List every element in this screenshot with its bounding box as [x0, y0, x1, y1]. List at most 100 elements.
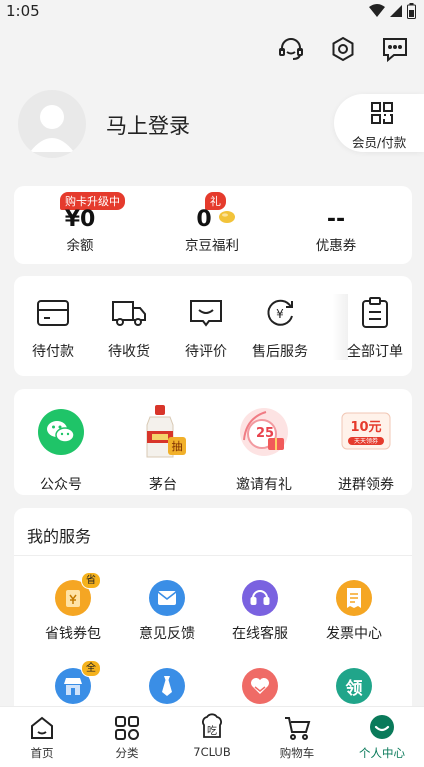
message-icon[interactable] — [380, 34, 410, 64]
service-feedback[interactable]: 意见反馈 — [122, 580, 212, 643]
tie-icon — [149, 668, 185, 704]
claim-icon: 领 — [336, 668, 372, 704]
service-invoice[interactable]: 发票中心 — [309, 580, 399, 643]
service-heart-hands[interactable] — [215, 668, 305, 704]
wechat-icon — [38, 409, 84, 455]
order-pending-payment[interactable]: 待付款 — [13, 296, 93, 361]
order-after-sales[interactable]: ¥ 售后服务 — [240, 296, 320, 361]
service-label: 在线客服 — [232, 626, 288, 642]
bottom-tab-bar: 首页 分类 吃 7CLUB 购物车 个人中心 — [0, 706, 424, 767]
seven-club-icon: 吃 — [202, 713, 222, 738]
battery-icon — [407, 3, 416, 19]
balance-item[interactable]: 购卡升级中 ¥0 余额 — [14, 186, 146, 264]
coupons-value: -- — [326, 207, 346, 232]
claim-glyph: 领 — [345, 678, 363, 699]
invoice-icon — [336, 580, 372, 616]
group-coupon-badge: 10元 — [350, 420, 381, 435]
svg-text:吃: 吃 — [207, 724, 217, 737]
order-all[interactable]: 全部订单 — [335, 296, 415, 361]
bean-icon — [219, 211, 235, 223]
promo-label: 茅台 — [149, 477, 177, 493]
service-claim[interactable]: 领 — [309, 668, 399, 704]
orders-card: 待付款 待收货 待评价 ¥ 售后服务 全部订单 — [14, 276, 412, 376]
order-label: 待付款 — [32, 344, 74, 360]
profile-section: 马上登录 会员/付款 — [18, 90, 424, 160]
group-coupon-sub: 天天领券 — [354, 437, 378, 445]
coupons-label: 优惠券 — [315, 238, 357, 254]
truck-icon — [112, 301, 146, 326]
promo-label: 邀请有礼 — [236, 477, 292, 493]
tab-label: 分类 — [115, 746, 139, 760]
wifi-icon — [369, 4, 385, 17]
service-label: 省钱券包 — [45, 626, 101, 642]
profile-icon — [370, 715, 394, 739]
balance-value: ¥0 — [64, 207, 96, 232]
store-tag: 全 — [81, 660, 101, 677]
settings-icon[interactable] — [328, 34, 358, 64]
service-label: 意见反馈 — [139, 626, 195, 642]
refund-icon: ¥ — [267, 299, 293, 326]
qr-code-icon — [371, 102, 393, 124]
tab-profile[interactable]: 个人中心 — [340, 707, 424, 767]
cart-icon — [285, 717, 311, 740]
service-label: 发票中心 — [326, 626, 382, 642]
promo-label: 进群领券 — [338, 477, 394, 493]
service-online-support[interactable]: 在线客服 — [215, 580, 305, 643]
tab-category[interactable]: 分类 — [85, 707, 169, 767]
jd-beans-item[interactable]: 礼 0 京豆福利 — [146, 186, 278, 264]
services-divider — [14, 555, 412, 556]
promo-wechat[interactable]: 公众号 — [16, 401, 106, 494]
tab-label: 7CLUB — [193, 745, 231, 759]
tab-7club[interactable]: 吃 7CLUB — [170, 707, 254, 767]
service-tie[interactable] — [122, 668, 212, 704]
status-bar: 1:05 — [0, 0, 424, 24]
customer-service-icon[interactable] — [276, 34, 306, 64]
promo-group-coupon[interactable]: 10元天天领券 进群领券 — [321, 401, 411, 494]
order-pending-delivery[interactable]: 待收货 — [89, 296, 169, 361]
promo-invite[interactable]: 25 邀请有礼 — [219, 401, 309, 494]
comment-icon — [190, 300, 222, 327]
services-card: 我的服务 省 省钱券包 意见反馈 在线客服 发票中心 全 领 — [14, 508, 412, 718]
svg-text:¥: ¥ — [276, 307, 284, 321]
login-link[interactable]: 马上登录 — [106, 110, 190, 140]
jd-beans-label: 京豆福利 — [185, 238, 239, 254]
coupons-item[interactable]: -- 优惠券 — [270, 186, 402, 264]
invite-gift-icon: 25 — [240, 408, 288, 456]
moutai-badge: 抽 — [172, 439, 183, 453]
order-label: 待评价 — [185, 344, 227, 360]
wallet-icon — [37, 300, 69, 326]
service-store[interactable]: 全 — [28, 660, 118, 704]
home-icon — [31, 716, 53, 739]
coupon-pack-tag: 省 — [81, 572, 101, 589]
order-label: 待收货 — [108, 344, 150, 360]
coupon-pack-icon: 省 — [55, 572, 101, 616]
tab-label: 首页 — [30, 746, 54, 760]
order-label: 售后服务 — [252, 344, 308, 360]
signal-icon — [390, 5, 402, 17]
category-icon — [115, 716, 139, 740]
header-actions — [276, 34, 410, 64]
headset-icon — [242, 580, 278, 616]
member-pay-label: 会员/付款 — [352, 135, 407, 150]
member-pay-button[interactable]: 会员/付款 — [334, 94, 424, 152]
balance-label: 余额 — [66, 238, 94, 254]
heart-hands-icon — [242, 668, 278, 704]
service-coupon-pack[interactable]: 省 省钱券包 — [28, 572, 118, 643]
order-pending-review[interactable]: 待评价 — [166, 296, 246, 361]
store-icon: 全 — [55, 660, 101, 704]
jd-beans-value: 0 — [196, 207, 212, 232]
promo-label: 公众号 — [40, 477, 82, 493]
services-title: 我的服务 — [27, 527, 92, 546]
moutai-icon: 抽 — [146, 405, 186, 458]
status-time: 1:05 — [6, 2, 40, 20]
feedback-icon — [149, 580, 185, 616]
assets-card: 购卡升级中 ¥0 余额 礼 0 京豆福利 -- 优惠券 — [14, 186, 412, 264]
tab-label: 个人中心 — [359, 746, 405, 760]
tab-home[interactable]: 首页 — [0, 707, 84, 767]
promotions-card: 公众号 抽 茅台 25 邀请有礼 10元天天领券 进群领券 — [14, 389, 412, 495]
avatar[interactable] — [18, 90, 86, 158]
promo-moutai[interactable]: 抽 茅台 — [118, 401, 208, 494]
tab-cart[interactable]: 购物车 — [255, 707, 339, 767]
group-coupon-icon: 10元天天领券 — [341, 412, 391, 450]
order-label: 全部订单 — [347, 344, 403, 360]
